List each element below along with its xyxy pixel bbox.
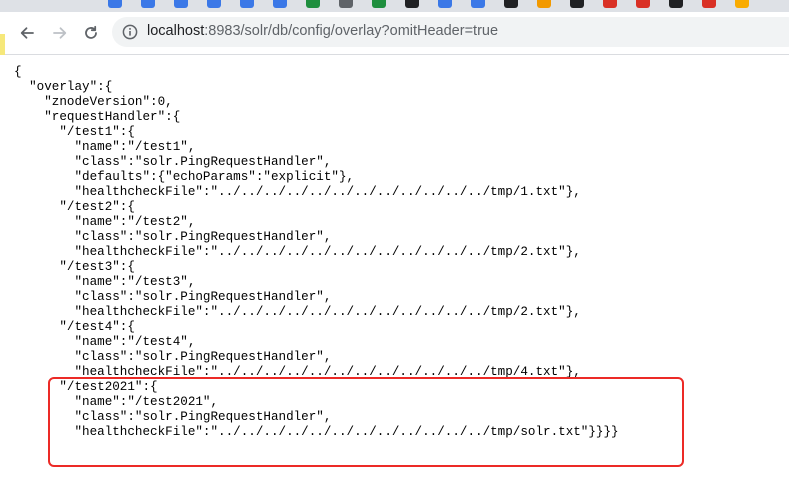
back-button[interactable] [13, 19, 41, 47]
tab-favicon-icon[interactable] [735, 0, 749, 8]
tab-favicon-icon[interactable] [372, 0, 386, 8]
tab-favicon-icon[interactable] [702, 0, 716, 8]
json-line: "overlay":{ [14, 80, 113, 94]
side-panel-edge [0, 34, 5, 56]
tab-favicon-icon[interactable] [141, 0, 155, 8]
json-line: "/test1":{ [14, 125, 135, 139]
reload-icon [85, 25, 97, 39]
json-line: "znodeVersion":0, [14, 95, 173, 109]
url-text[interactable]: localhost:8983/solr/db/config/overlay?om… [147, 23, 498, 39]
json-line: "/test3":{ [14, 260, 135, 274]
tab-favicon-icon[interactable] [207, 0, 221, 8]
forward-arrow-icon [53, 27, 67, 39]
json-line: "class":"solr.PingRequestHandler", [14, 350, 332, 364]
tab-favicon-icon[interactable] [636, 0, 650, 8]
address-bar[interactable]: localhost:8983/solr/db/config/overlay?om… [112, 17, 789, 47]
tab-favicon-icon[interactable] [405, 0, 419, 8]
tab-favicon-icon[interactable] [471, 0, 485, 8]
json-line: "name":"/test4", [14, 335, 196, 349]
forward-button[interactable] [46, 19, 74, 47]
tab-favicon-icon[interactable] [240, 0, 254, 8]
reload-button[interactable] [77, 19, 105, 47]
json-line: "name":"/test1", [14, 140, 196, 154]
browser-toolbar: localhost:8983/solr/db/config/overlay?om… [0, 12, 789, 56]
tab-favicon-icon[interactable] [438, 0, 452, 8]
tab-favicon-icon[interactable] [570, 0, 584, 8]
json-line: "requestHandler":{ [14, 110, 181, 124]
json-line: "class":"solr.PingRequestHandler", [14, 230, 332, 244]
site-info-icon[interactable] [122, 24, 138, 40]
json-line: "defaults":{"echoParams":"explicit"}, [14, 170, 355, 184]
json-line: "healthcheckFile":"../../../../../../../… [14, 245, 581, 259]
tab-favicon-icon[interactable] [306, 0, 320, 8]
tab-favicon-icon[interactable] [504, 0, 518, 8]
json-line: "healthcheckFile":"../../../../../../../… [14, 185, 581, 199]
back-arrow-icon [20, 27, 34, 39]
json-line: "/test4":{ [14, 320, 135, 334]
tab-favicon-icon[interactable] [537, 0, 551, 8]
tab-favicon-icon[interactable] [669, 0, 683, 8]
url-path: :8983/solr/db/config/overlay?omitHeader=… [204, 23, 499, 39]
tab-strip [0, 0, 789, 12]
json-line: "/test2":{ [14, 200, 135, 214]
tab-favicon-icon[interactable] [273, 0, 287, 8]
json-line: "healthcheckFile":"../../../../../../../… [14, 305, 581, 319]
tab-favicon-icon[interactable] [174, 0, 188, 8]
page-content: { "overlay":{ "znodeVersion":0, "request… [0, 55, 789, 495]
highlight-annotation-box [48, 377, 684, 467]
json-line: { [14, 65, 22, 79]
json-line: "class":"solr.PingRequestHandler", [14, 290, 332, 304]
tab-favicon-icon[interactable] [603, 0, 617, 8]
tab-favicon-icon[interactable] [108, 0, 122, 8]
tab-favicon-icon[interactable] [339, 0, 353, 8]
json-line: "name":"/test2", [14, 215, 196, 229]
json-line: "name":"/test3", [14, 275, 196, 289]
json-line: "class":"solr.PingRequestHandler", [14, 155, 332, 169]
url-host: localhost [147, 23, 205, 39]
